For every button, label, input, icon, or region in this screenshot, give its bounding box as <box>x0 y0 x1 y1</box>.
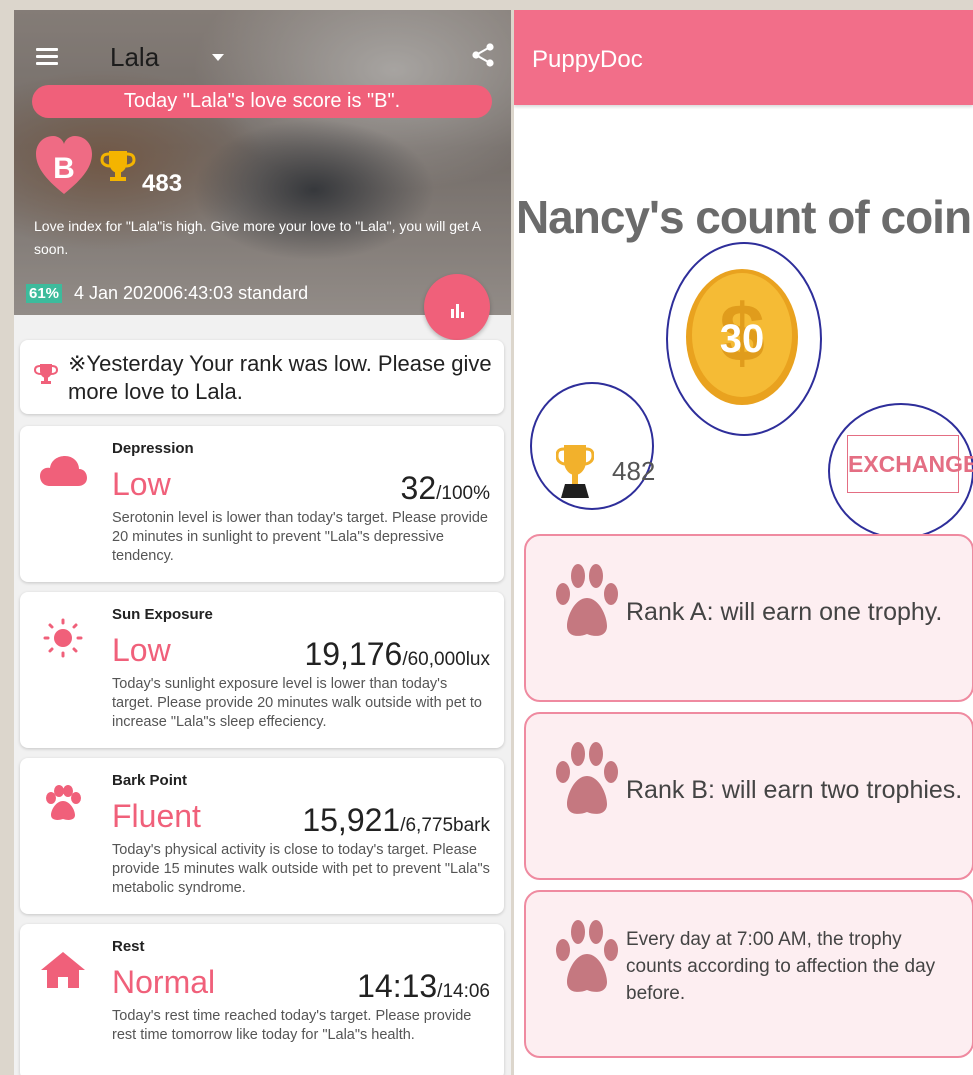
sun-icon <box>43 618 83 658</box>
metric-description: Today's sunlight exposure level is lower… <box>112 676 482 730</box>
metric-label: Sun Exposure <box>112 606 213 623</box>
trophy-score: 483 <box>142 170 183 197</box>
app-title: PuppyDoc <box>532 46 643 73</box>
menu-icon[interactable] <box>36 48 58 65</box>
metric-card-bark-point[interactable]: Bark Point Fluent 15,921/6,775bark Today… <box>20 758 504 914</box>
timestamp: 4 Jan 202006:43:03 standard <box>74 283 309 303</box>
home-icon <box>41 952 85 988</box>
rule-card-rank-a: Rank A: will earn one trophy. <box>524 534 973 702</box>
metric-status: Normal <box>112 964 216 1000</box>
metric-label: Depression <box>112 440 194 457</box>
percent-badge: 61% <box>26 284 63 303</box>
exchange-button[interactable]: EXCHANGE <box>847 435 973 493</box>
coin-screen: PuppyDoc Nancy's count of coin $ 30 482 … <box>514 10 973 1075</box>
metric-status: Low <box>112 466 171 502</box>
metric-value: 15,921/6,775bark <box>302 802 490 838</box>
love-score-banner: Today "Lala"s love score is "B". <box>32 85 492 118</box>
metric-card-depression[interactable]: Depression Low 32/100% Serotonin level i… <box>20 426 504 582</box>
chevron-down-icon[interactable] <box>212 54 224 61</box>
rule-card-rank-b: Rank B: will earn two trophies. <box>524 712 973 880</box>
love-index-text: Love index for "Lala"is high. Give more … <box>34 218 481 257</box>
rule-text: Every day at 7:00 AM, the trophy counts … <box>626 929 936 1004</box>
pet-status-screen: Lala Today "Lala"s love score is "B". B … <box>14 10 511 1075</box>
coin-title: Nancy's count of coin <box>515 191 972 243</box>
paw-icon <box>556 564 618 636</box>
paw-icon <box>556 920 618 992</box>
coin-icon: $ 30 <box>678 262 806 412</box>
rule-card-daily: Every day at 7:00 AM, the trophy counts … <box>524 890 973 1058</box>
metric-value: 32/100% <box>400 470 490 506</box>
love-grade: B <box>53 152 75 185</box>
app-bar: PuppyDoc <box>514 10 973 105</box>
metric-description: Today's rest time reached today's target… <box>112 1008 472 1043</box>
coin-count: 30 <box>719 317 765 361</box>
pet-name[interactable]: Lala <box>110 42 159 73</box>
metric-status: Fluent <box>112 798 201 834</box>
metric-card-sun-exposure[interactable]: Sun Exposure Low 19,176/60,000lux Today'… <box>20 592 504 748</box>
metric-value: 19,176/60,000lux <box>304 636 490 672</box>
stats-button[interactable] <box>424 274 490 340</box>
share-icon[interactable] <box>470 42 496 68</box>
cloud-icon <box>40 456 87 486</box>
metric-label: Bark Point <box>112 772 188 789</box>
header-photo: Lala Today "Lala"s love score is "B". B … <box>14 10 511 315</box>
trophy-icon <box>34 364 58 384</box>
metric-value: 14:13/14:06 <box>357 968 490 1004</box>
paw-icon <box>556 742 618 814</box>
trophy-icon <box>556 445 594 498</box>
metric-status: Low <box>112 632 171 668</box>
rank-message: ※Yesterday Your rank was low. Please giv… <box>68 351 492 404</box>
paw-icon <box>46 785 81 820</box>
rule-text: Rank A: will earn one trophy. <box>626 598 943 626</box>
trophy-count: 482 <box>612 456 656 486</box>
metric-card-rest[interactable]: Rest Normal 14:13/14:06 Today's rest tim… <box>20 924 504 1075</box>
metric-description: Serotonin level is lower than today's ta… <box>112 510 488 564</box>
metric-description: Today's physical activity is close to to… <box>112 842 490 896</box>
rank-notice-card: ※Yesterday Your rank was low. Please giv… <box>20 340 504 414</box>
rule-text: Rank B: will earn two trophies. <box>626 776 963 804</box>
metric-label: Rest <box>112 938 145 955</box>
trophy-icon <box>100 151 136 181</box>
